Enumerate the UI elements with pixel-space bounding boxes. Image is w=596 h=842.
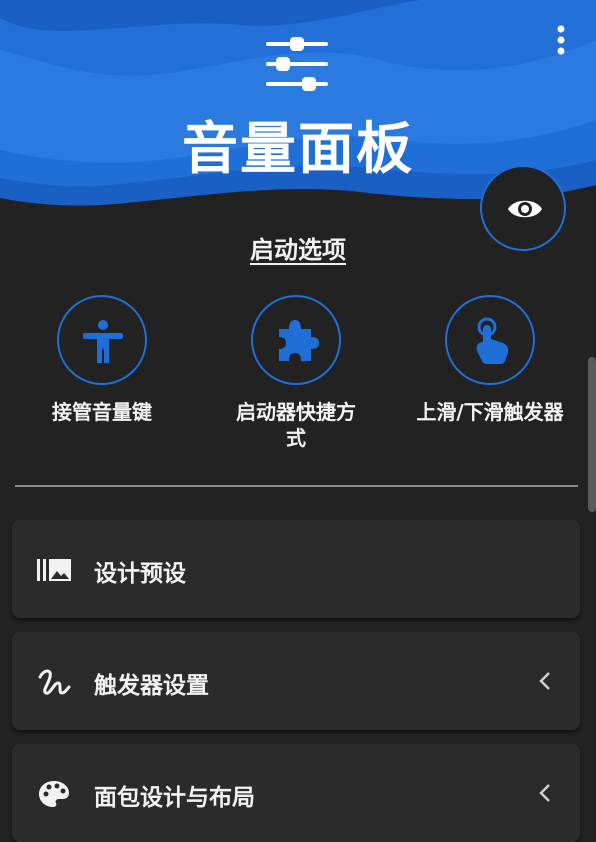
- chevron-left-icon: [539, 784, 550, 802]
- menu-item-design-presets[interactable]: 设计预设: [12, 520, 580, 618]
- menu-item-trigger-settings[interactable]: 触发器设置: [12, 632, 580, 730]
- menu-item-panel-design-layout[interactable]: 面包设计与布局: [12, 744, 580, 842]
- option-circle[interactable]: [57, 295, 147, 385]
- option-volume-keys[interactable]: 接管音量键: [7, 295, 197, 425]
- option-launcher-shortcut[interactable]: 启动器快捷方式: [201, 295, 391, 451]
- scrollbar[interactable]: [588, 357, 596, 512]
- option-circle[interactable]: [445, 295, 535, 385]
- divider: [15, 485, 578, 487]
- menu-item-label: 触发器设置: [94, 673, 209, 699]
- option-label: 启动器快捷方式: [236, 400, 356, 450]
- eye-icon: [508, 200, 542, 218]
- option-label: 接管音量键: [52, 400, 152, 424]
- option-circle[interactable]: [251, 295, 341, 385]
- option-label: 上滑/下滑触发器: [416, 400, 564, 424]
- menu-item-label: 设计预设: [94, 561, 186, 587]
- menu-item-label: 面包设计与布局: [94, 785, 255, 811]
- section-title: 启动选项: [250, 236, 346, 264]
- option-swipe-trigger[interactable]: 上滑/下滑触发器: [395, 295, 585, 425]
- touch-hand-icon: [476, 317, 509, 364]
- accessibility-icon: [83, 320, 123, 363]
- palette-icon: [39, 781, 69, 807]
- sliders-icon: [266, 37, 328, 91]
- image-gallery-icon: [37, 559, 71, 581]
- more-vert-icon[interactable]: [548, 24, 574, 58]
- gesture-icon: [38, 669, 71, 695]
- chevron-left-icon: [539, 672, 550, 690]
- puzzle-piece-icon: [279, 320, 319, 361]
